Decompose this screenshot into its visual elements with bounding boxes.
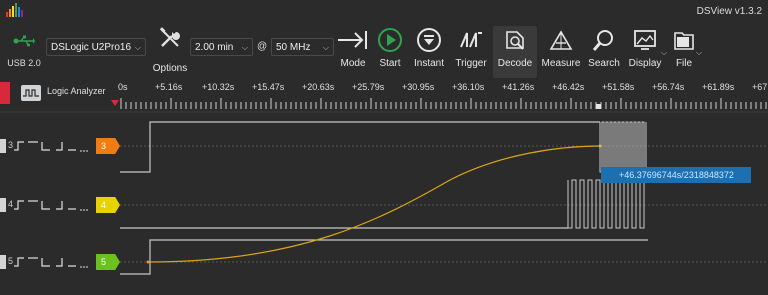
search-label: Search — [588, 58, 620, 69]
logic-analyzer-label: Logic Analyzer — [47, 86, 106, 96]
tick-label: +30.95s — [402, 82, 435, 92]
ch5-waveform — [120, 239, 648, 275]
trigger-pattern-icon[interactable] — [14, 140, 90, 152]
decode-button[interactable]: Decode — [493, 26, 537, 78]
display-icon — [634, 30, 656, 50]
measure-button[interactable]: Measure — [541, 26, 581, 69]
measure-icon — [549, 30, 573, 50]
analog-curve — [147, 145, 601, 263]
channel-tag-4[interactable]: 4 — [96, 197, 120, 213]
chevron-down-icon: ⌵ — [134, 43, 141, 52]
tick-label: +41.26s — [502, 82, 535, 92]
file-icon — [674, 32, 694, 50]
channel-tag-3[interactable]: 3 — [96, 138, 120, 154]
samplerate-value: 50 MHz — [276, 42, 311, 53]
start-label: Start — [379, 58, 401, 69]
tick-label: +36.10s — [452, 82, 485, 92]
ch3-waveform — [120, 121, 600, 173]
samplerate-select[interactable]: 50 MHz ⌵ — [271, 38, 334, 56]
channel-row-3[interactable]: 3 3 — [0, 137, 125, 155]
usb-icon — [13, 35, 35, 47]
tick-label: +56.74s — [652, 82, 685, 92]
cursor-readout[interactable]: +46.37696744s/2318848372 — [601, 167, 751, 183]
file-label: File — [675, 58, 693, 69]
tick-label: +20.63s — [302, 82, 335, 92]
chevron-down-icon: ⌵ — [322, 43, 329, 52]
display-label: Display — [628, 58, 662, 69]
app-logo — [6, 3, 23, 17]
channel-row-5[interactable]: 5 5 — [0, 253, 125, 271]
tick-label: +51.58s — [602, 82, 635, 92]
tick-label: +61.89s — [702, 82, 735, 92]
curve-start-point — [146, 260, 150, 264]
trigger-label: Trigger — [455, 58, 487, 69]
channel-enable-box[interactable] — [0, 198, 6, 212]
channel-enable-box[interactable] — [0, 139, 6, 153]
tick-label: 0s — [118, 82, 128, 92]
chevron-down-icon: ⌵ — [696, 48, 703, 57]
start-icon — [378, 28, 402, 52]
tick-label: +15.47s — [252, 82, 285, 92]
duration-select[interactable]: 2.00 min ⌵ — [190, 38, 253, 56]
decode-icon — [506, 31, 524, 50]
display-button[interactable]: Display — [625, 26, 665, 69]
app-title: DSView v1.3.2 — [696, 6, 762, 17]
decode-label: Decode — [497, 58, 533, 69]
cursor-marker[interactable] — [596, 104, 601, 109]
instant-label: Instant — [413, 58, 445, 69]
trigger-pattern-icon[interactable] — [14, 199, 90, 211]
usb-label: USB 2.0 — [7, 58, 41, 68]
options-label: Options — [152, 63, 188, 74]
at-symbol: @ — [257, 41, 268, 52]
channel-number: 5 — [8, 256, 14, 266]
instant-icon — [417, 28, 441, 52]
mode-button[interactable]: Mode — [333, 26, 373, 69]
tick-label: +25.79s — [352, 82, 385, 92]
chevron-down-icon: ⌵ — [241, 43, 248, 52]
tick-label: +5.16s — [155, 82, 183, 92]
tick-label: +67 — [752, 82, 768, 92]
channel-enable-box[interactable] — [0, 255, 6, 269]
mode-icon — [338, 31, 367, 49]
instant-button[interactable]: Instant — [409, 26, 449, 69]
channel-number: 4 — [8, 199, 14, 209]
channel-tag-5[interactable]: 5 — [96, 254, 120, 270]
usb-status[interactable]: USB 2.0 — [4, 34, 44, 68]
measure-label: Measure — [541, 58, 581, 69]
channel-number: 3 — [8, 140, 14, 150]
device-select[interactable]: DSLogic U2Pro16 ⌵ — [46, 38, 146, 56]
ch3-pulse-train — [599, 121, 647, 173]
duration-value: 2.00 min — [195, 42, 234, 53]
tick-label: +10.32s — [202, 82, 235, 92]
search-icon — [592, 30, 613, 51]
trigger-icon — [460, 32, 482, 48]
search-button[interactable]: Search — [584, 26, 624, 69]
trigger-position-marker[interactable] — [111, 100, 119, 106]
tick-label: +46.42s — [552, 82, 585, 92]
mode-label: Mode — [340, 58, 366, 69]
channel-row-4[interactable]: 4 4 — [0, 196, 125, 214]
start-button[interactable]: Start — [370, 26, 410, 69]
trigger-button[interactable]: Trigger — [451, 26, 491, 69]
ch4-pulse-train — [567, 179, 645, 229]
dsview-window: DSView v1.3.2 USB 2.0 DSLogic U2Pro16 ⌵ — [0, 0, 768, 295]
wrench-screwdriver-icon — [159, 27, 180, 47]
device-value: DSLogic U2Pro16 — [51, 42, 132, 53]
trigger-pattern-icon[interactable] — [14, 256, 90, 268]
options-button[interactable]: Options — [150, 26, 190, 74]
toolbar: USB 2.0 DSLogic U2Pro16 ⌵ Options 2.00 m… — [0, 20, 768, 78]
